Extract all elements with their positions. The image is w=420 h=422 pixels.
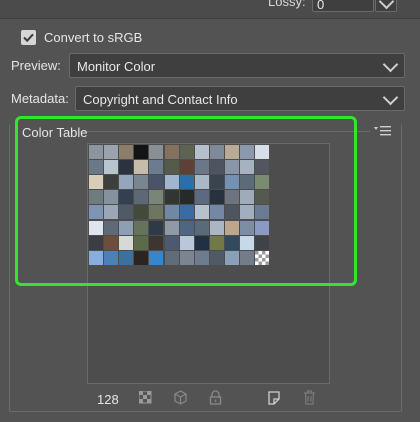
- highlight-box: [15, 116, 357, 286]
- convert-srgb-label: Convert to sRGB: [44, 30, 143, 45]
- web-snap-cube-icon[interactable]: [173, 390, 188, 408]
- map-transparency-icon[interactable]: [138, 390, 153, 408]
- color-count: 128: [97, 392, 119, 407]
- chevron-down-icon: [382, 89, 399, 106]
- lossy-dropdown-button[interactable]: [375, 0, 397, 12]
- lossy-label: Lossy:: [268, 0, 306, 9]
- metadata-select-value: Copyright and Contact Info: [83, 92, 238, 107]
- metadata-select[interactable]: Copyright and Contact Info: [75, 86, 405, 111]
- lossy-input[interactable]: 0: [312, 0, 374, 12]
- new-color-icon[interactable]: [267, 390, 282, 408]
- convert-srgb-checkbox[interactable]: [21, 30, 36, 45]
- chevron-down-icon: [382, 56, 399, 73]
- delete-trash-icon[interactable]: [303, 390, 316, 408]
- lossy-value: 0: [317, 0, 325, 12]
- panel-menu-icon[interactable]: [374, 125, 392, 137]
- checkmark-icon: [23, 33, 34, 43]
- lock-icon[interactable]: [209, 390, 222, 408]
- preview-label: Preview:: [11, 58, 61, 73]
- preview-select[interactable]: Monitor Color: [69, 53, 405, 78]
- preview-select-value: Monitor Color: [77, 59, 156, 74]
- metadata-label: Metadata:: [11, 91, 69, 106]
- chevron-down-icon: [378, 0, 395, 10]
